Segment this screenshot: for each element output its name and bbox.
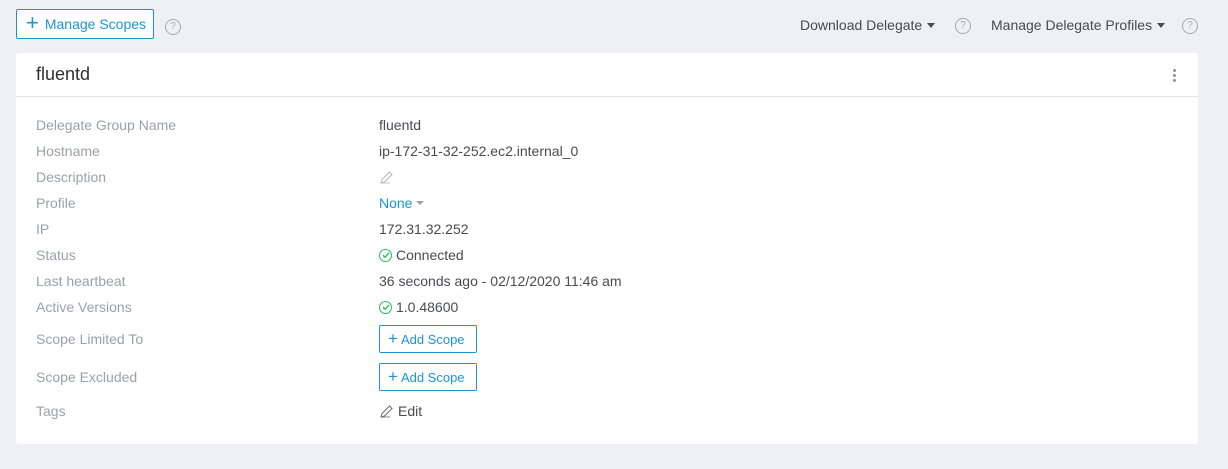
group-name-value: fluentd [379, 117, 422, 133]
pencil-icon [380, 170, 393, 184]
row-scope-limited: Scope Limited To + Add Scope [36, 325, 1176, 353]
row-label: Last heartbeat [36, 273, 126, 289]
row-label: IP [36, 221, 50, 237]
ip-value: 172.31.32.252 [379, 221, 469, 237]
active-versions-wrap: 1.0.48600 [379, 299, 458, 315]
row-label: Delegate Group Name [36, 117, 177, 133]
plus-icon: + [388, 366, 398, 386]
status-value: Connected [396, 247, 464, 263]
row-active-versions: Active Versions 1.0.48600 [36, 299, 1176, 315]
plus-icon: + [388, 328, 398, 348]
row-label: Description [36, 169, 107, 185]
row-last-heartbeat: Last heartbeat 36 seconds ago - 02/12/20… [36, 273, 1176, 289]
status-value-wrap: Connected [379, 247, 464, 263]
row-group-name: Delegate Group Name fluentd [36, 117, 1176, 133]
help-icon[interactable]: ? [1182, 18, 1198, 34]
row-status: Status Connected [36, 247, 1176, 263]
row-label: Scope Excluded [36, 369, 138, 385]
help-icon[interactable]: ? [165, 19, 181, 35]
help-icon[interactable]: ? [955, 18, 971, 34]
tags-edit-link[interactable]: Edit [379, 403, 422, 419]
row-label: Status [36, 247, 76, 263]
active-versions-value: 1.0.48600 [396, 299, 459, 315]
row-label: Tags [36, 403, 66, 419]
download-delegate-dropdown[interactable]: Download Delegate [800, 17, 936, 33]
manage-scopes-button[interactable]: + Manage Scopes [16, 9, 154, 39]
check-circle-icon [379, 300, 392, 314]
pencil-icon [380, 404, 393, 418]
plus-icon: + [26, 10, 39, 35]
check-circle-icon [379, 248, 392, 262]
row-ip: IP 172.31.32.252 [36, 221, 1176, 237]
add-scope-label: Add Scope [400, 369, 465, 385]
profile-dropdown[interactable]: None [379, 195, 425, 211]
row-hostname: Hostname ip-172-31-32-252.ec2.internal_0 [36, 143, 1176, 159]
card-header: fluentd [16, 53, 1198, 97]
row-label: Active Versions [36, 299, 132, 315]
caret-down-icon [1157, 23, 1166, 28]
row-label: Profile [36, 195, 76, 211]
manage-delegate-profiles-dropdown[interactable]: Manage Delegate Profiles [991, 17, 1166, 33]
more-options-icon[interactable] [1171, 69, 1177, 82]
description-edit[interactable] [379, 170, 394, 185]
row-description: Description [36, 169, 1176, 185]
add-scope-excluded-button[interactable]: + Add Scope [379, 363, 477, 391]
caret-down-icon [416, 201, 425, 205]
profile-value: None [379, 195, 413, 211]
add-scope-limited-button[interactable]: + Add Scope [379, 325, 477, 353]
edit-label: Edit [398, 403, 423, 419]
download-delegate-label: Download Delegate [800, 17, 923, 33]
manage-scopes-label: Manage Scopes [44, 16, 147, 32]
delegate-title: fluentd [36, 64, 91, 84]
caret-down-icon [927, 23, 936, 28]
delegate-card: fluentd Delegate Group Name fluentd Host… [16, 53, 1198, 444]
row-profile: Profile None [36, 195, 1176, 211]
row-tags: Tags Edit [36, 403, 1176, 419]
hostname-value: ip-172-31-32-252.ec2.internal_0 [379, 143, 579, 159]
row-scope-excluded: Scope Excluded + Add Scope [36, 363, 1176, 391]
row-label: Hostname [36, 143, 100, 159]
manage-profiles-label: Manage Delegate Profiles [991, 17, 1153, 33]
add-scope-label: Add Scope [400, 331, 465, 347]
toolbar: + Manage Scopes ? Download Delegate ? Ma… [0, 0, 1228, 52]
last-heartbeat-value: 36 seconds ago - 02/12/2020 11:46 am [379, 273, 622, 289]
row-label: Scope Limited To [36, 331, 144, 347]
